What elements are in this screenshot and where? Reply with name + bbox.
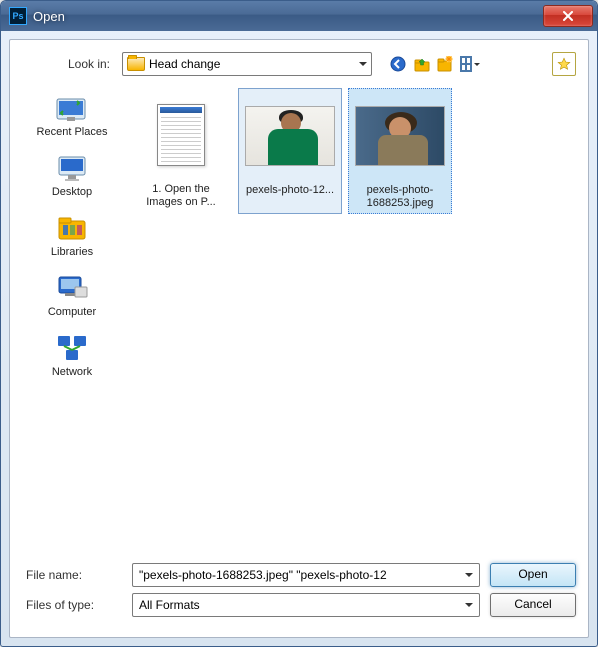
network-icon (54, 332, 90, 364)
filename-input[interactable]: "pexels-photo-1688253.jpeg" "pexels-phot… (132, 563, 480, 587)
open-button[interactable]: Open (490, 563, 576, 587)
views-icon (460, 56, 472, 72)
back-button[interactable] (388, 54, 408, 74)
file-name: pexels-photo-1688253.jpeg (350, 183, 450, 211)
places-bar: Recent Places Desktop Libraries (22, 86, 122, 553)
chevron-down-icon (359, 62, 367, 66)
filename-label: File name: (22, 568, 122, 582)
window-title: Open (33, 9, 543, 24)
file-thumbnail (354, 91, 446, 181)
places-label: Network (52, 366, 92, 378)
file-name: pexels-photo-12... (244, 183, 336, 198)
bottom-form: File name: "pexels-photo-1688253.jpeg" "… (22, 563, 576, 617)
places-label: Libraries (51, 246, 93, 258)
app-icon: Ps (9, 7, 27, 25)
dialog-content: Look in: Head change (9, 39, 589, 638)
main-area: Recent Places Desktop Libraries (22, 86, 576, 553)
computer-icon (54, 272, 90, 304)
close-button[interactable] (543, 5, 593, 27)
up-one-level-button[interactable] (412, 54, 432, 74)
lookin-combo[interactable]: Head change (122, 52, 372, 76)
recent-places-icon (54, 92, 90, 124)
file-name: 1. Open the Images on P... (131, 182, 231, 210)
lookin-label: Look in: (22, 57, 116, 71)
libraries-icon (54, 212, 90, 244)
filetype-value: All Formats (139, 598, 200, 612)
file-thumbnail (244, 91, 336, 181)
new-folder-button[interactable] (436, 54, 456, 74)
file-thumbnail (135, 90, 227, 180)
file-list[interactable]: 1. Open the Images on P... pexels-photo-… (122, 86, 576, 553)
toolbar-icons (388, 54, 480, 74)
lookin-value: Head change (149, 57, 220, 71)
filename-value: "pexels-photo-1688253.jpeg" "pexels-phot… (139, 568, 387, 582)
titlebar: Ps Open (1, 1, 597, 31)
file-item[interactable]: pexels-photo-1688253.jpeg (348, 88, 452, 214)
chevron-down-icon (461, 566, 477, 584)
open-dialog: Ps Open Look in: Head change (0, 0, 598, 647)
view-menu-button[interactable] (460, 54, 480, 74)
star-icon (557, 57, 571, 71)
places-libraries[interactable]: Libraries (22, 210, 122, 260)
filetype-combo[interactable]: All Formats (132, 593, 480, 617)
folder-up-icon (414, 56, 430, 72)
chevron-down-icon (474, 63, 480, 66)
cancel-button[interactable]: Cancel (490, 593, 576, 617)
places-computer[interactable]: Computer (22, 270, 122, 320)
back-arrow-icon (390, 56, 406, 72)
desktop-icon (54, 152, 90, 184)
new-folder-icon (437, 56, 455, 72)
places-desktop[interactable]: Desktop (22, 150, 122, 200)
folder-icon (127, 57, 145, 71)
file-item[interactable]: pexels-photo-12... (238, 88, 342, 214)
chevron-down-icon (461, 596, 477, 614)
close-icon (562, 11, 574, 21)
file-item[interactable]: 1. Open the Images on P... (130, 88, 232, 214)
places-label: Desktop (52, 186, 92, 198)
places-recent[interactable]: Recent Places (22, 90, 122, 140)
favorites-button[interactable] (552, 52, 576, 76)
filetype-label: Files of type: (22, 598, 122, 612)
places-label: Recent Places (37, 126, 108, 138)
places-network[interactable]: Network (22, 330, 122, 380)
toolbar: Look in: Head change (22, 52, 576, 76)
places-label: Computer (48, 306, 96, 318)
